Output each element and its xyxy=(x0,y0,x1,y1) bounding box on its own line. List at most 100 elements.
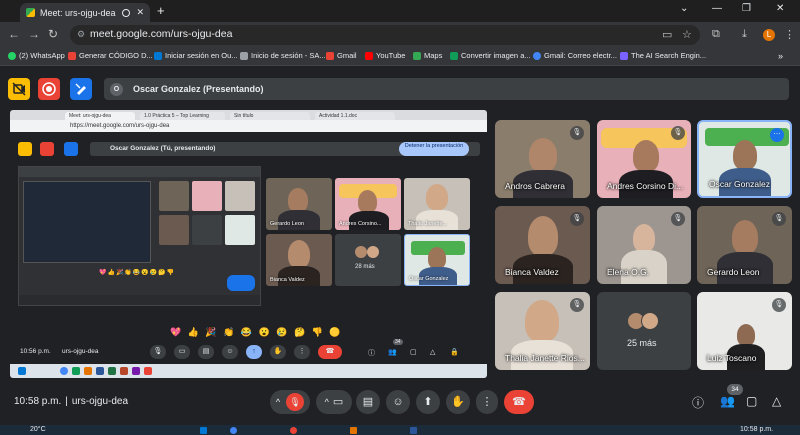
minimize-button[interactable]: — xyxy=(712,3,722,14)
participant-name: Thalia Janette Rios... xyxy=(505,353,585,363)
people-button[interactable]: 👥 xyxy=(720,394,735,408)
inner-tile-more: 28 más xyxy=(335,234,401,286)
chevron-up-icon[interactable]: ^ xyxy=(325,397,329,407)
gmail-icon xyxy=(326,51,334,60)
nested-tile xyxy=(192,181,222,211)
presenter-avatar: O xyxy=(110,82,123,96)
windows-start-icon[interactable] xyxy=(200,427,207,434)
chat-button[interactable]: ▢ xyxy=(746,394,757,408)
mic-off-icon: 🎙 xyxy=(772,298,786,312)
record-button[interactable] xyxy=(38,78,60,100)
shared-screen[interactable]: Meet: urs-ojgu-dea 1.0 Práctica 5 – Top … xyxy=(10,110,487,378)
extensions-icon[interactable]: ⧉ xyxy=(712,28,720,41)
present-screen-button[interactable]: ⬆ xyxy=(416,390,440,414)
weather-temperature[interactable]: 20°C xyxy=(30,426,46,433)
participant-tile-thalia[interactable]: 🎙 Thalia Janette Rios... xyxy=(495,292,590,370)
participant-tile-luiz[interactable]: 🎙 Luiz Toscano xyxy=(697,292,792,370)
more-options-button[interactable]: ⋮ xyxy=(476,390,498,414)
captions-button[interactable]: ▤ xyxy=(356,390,380,414)
bookmark-gmail[interactable]: Gmail xyxy=(326,51,357,60)
profile-avatar[interactable]: L xyxy=(763,29,775,41)
activities-button[interactable]: △ xyxy=(772,394,781,408)
chevron-up-icon[interactable]: ^ xyxy=(276,397,280,407)
inner-pen-icon xyxy=(64,142,78,156)
reaction-bar: 💖 👍 🎉 👏 😂 😮 😢 🤔 👎 🟡 xyxy=(170,327,343,337)
windows-start-icon xyxy=(18,367,26,375)
url-input[interactable]: ⚙ meet.google.com/urs-ojgu-dea ▭ ☆ xyxy=(70,25,700,45)
word-icon[interactable] xyxy=(410,427,417,434)
people-icon: 👥 xyxy=(720,394,735,408)
chrome-icon[interactable] xyxy=(230,427,237,434)
emoji-reactions-button[interactable]: ☺ xyxy=(386,390,410,414)
inner-clock: 10:56 p.m. xyxy=(20,348,51,355)
word-icon xyxy=(96,367,104,375)
participant-face xyxy=(733,140,757,170)
close-window-button[interactable]: ✕ xyxy=(776,3,784,14)
end-call-icon: ☎ xyxy=(512,396,526,408)
system-clock[interactable]: 10:58 p.m. xyxy=(740,426,773,433)
bookmark-outlook[interactable]: Iniciar sesión en Ou... xyxy=(154,51,238,60)
raise-hand-button[interactable]: ✋ xyxy=(446,390,470,414)
new-tab-button[interactable]: + xyxy=(157,3,165,18)
participant-face xyxy=(288,240,310,268)
nested-share-icon xyxy=(227,275,255,291)
more-options-icon[interactable]: ⋯ xyxy=(770,128,784,142)
page-icon xyxy=(240,51,248,60)
participant-tile-elena[interactable]: 🎙 Elena O.G. xyxy=(597,206,691,284)
bookmark-whatsapp[interactable]: (2) WhatsApp xyxy=(8,51,65,60)
bookmarks-overflow-icon[interactable]: » xyxy=(778,51,783,61)
meeting-info-button[interactable]: ⓘ xyxy=(692,394,704,411)
maximize-button[interactable]: ❐ xyxy=(742,3,751,14)
download-icon[interactable]: ⤓ xyxy=(742,28,747,41)
inner-tile-andres: Andres Corsino... xyxy=(335,178,401,230)
bookmark-ai-search[interactable]: The AI Search Engin... xyxy=(620,51,706,60)
bookmark-sa[interactable]: Inicio de sesión - SA... xyxy=(240,51,326,60)
tab-search-icon[interactable]: ⌄ xyxy=(680,3,688,14)
bookmark-maps[interactable]: Maps xyxy=(413,51,442,60)
tile-name: Thalia Janette... xyxy=(408,221,448,227)
ai-search-icon xyxy=(620,51,628,60)
inner-activities-icon: △ xyxy=(430,349,436,356)
activities-icon: △ xyxy=(772,394,782,408)
hide-self-view-button[interactable] xyxy=(8,78,30,100)
back-arrow-icon[interactable]: ← xyxy=(8,27,20,41)
participant-tile-andres[interactable]: 🎙 Andres Corsino Di... xyxy=(597,120,691,198)
close-tab-icon[interactable]: ✕ xyxy=(136,7,144,18)
reload-icon[interactable]: ↻ xyxy=(48,27,58,41)
participant-tile-andros[interactable]: 🎙 Andros Cabrera xyxy=(495,120,590,198)
bookmarks-bar: (2) WhatsApp Generar CÓDIGO D... Iniciar… xyxy=(0,48,800,66)
site-info-icon[interactable]: ⚙ xyxy=(77,29,85,40)
whiteboard-button[interactable] xyxy=(70,78,92,100)
nested-tile xyxy=(192,215,222,245)
bookmark-star-icon[interactable]: ☆ xyxy=(682,28,692,41)
hand-icon: ✋ xyxy=(451,396,465,408)
meeting-details: 10:58 p.m. | urs-ojgu-dea xyxy=(14,396,128,407)
bookmark-gmail-correo[interactable]: Gmail: Correo electr... xyxy=(533,51,617,60)
participant-tile-bianca[interactable]: 🎙 Bianca Valdez xyxy=(495,206,590,284)
mic-toggle-button[interactable]: ^ 🎙 xyxy=(270,390,310,414)
notification-app-icon[interactable] xyxy=(290,427,297,434)
meet-favicon-icon xyxy=(26,8,35,17)
camera-icon: ▭ xyxy=(332,396,344,408)
participant-tile-gerardo[interactable]: 🎙 Gerardo Leon xyxy=(697,206,792,284)
bookmark-generar[interactable]: Generar CÓDIGO D... xyxy=(68,51,153,60)
app-icon[interactable] xyxy=(350,427,357,434)
inner-tile-oscar: Oscar Gonzalez xyxy=(404,234,470,286)
participant-tile-more[interactable]: 25 más xyxy=(597,292,691,370)
inner-tile-bianca: Bianca Valdez xyxy=(266,234,332,286)
camera-toggle-button[interactable]: ^ ▭ xyxy=(316,390,352,414)
mic-off-icon: 🎙 xyxy=(570,212,584,226)
mini-avatar xyxy=(641,312,659,330)
forward-arrow-icon[interactable]: → xyxy=(28,27,40,41)
browser-menu-icon[interactable]: ⋮ xyxy=(784,28,795,41)
tile-name: Oscar Gonzalez xyxy=(409,276,449,282)
browser-tab-meet[interactable]: Meet: urs-ojgu-dea ✕ xyxy=(20,3,150,22)
cast-icon[interactable]: ▭ xyxy=(662,28,672,41)
bookmark-youtube[interactable]: YouTube xyxy=(365,51,405,60)
app-icon xyxy=(132,367,140,375)
end-call-button[interactable]: ☎ xyxy=(504,390,534,414)
inner-more-icon: ⋮ xyxy=(294,345,310,359)
bookmark-convertir[interactable]: Convertir imagen a... xyxy=(450,51,531,60)
inner-url-bar: https://meet.google.com/urs-ojgu-dea xyxy=(10,120,487,132)
participant-tile-oscar[interactable]: ⋯ Oscar Gonzalez xyxy=(697,120,792,198)
